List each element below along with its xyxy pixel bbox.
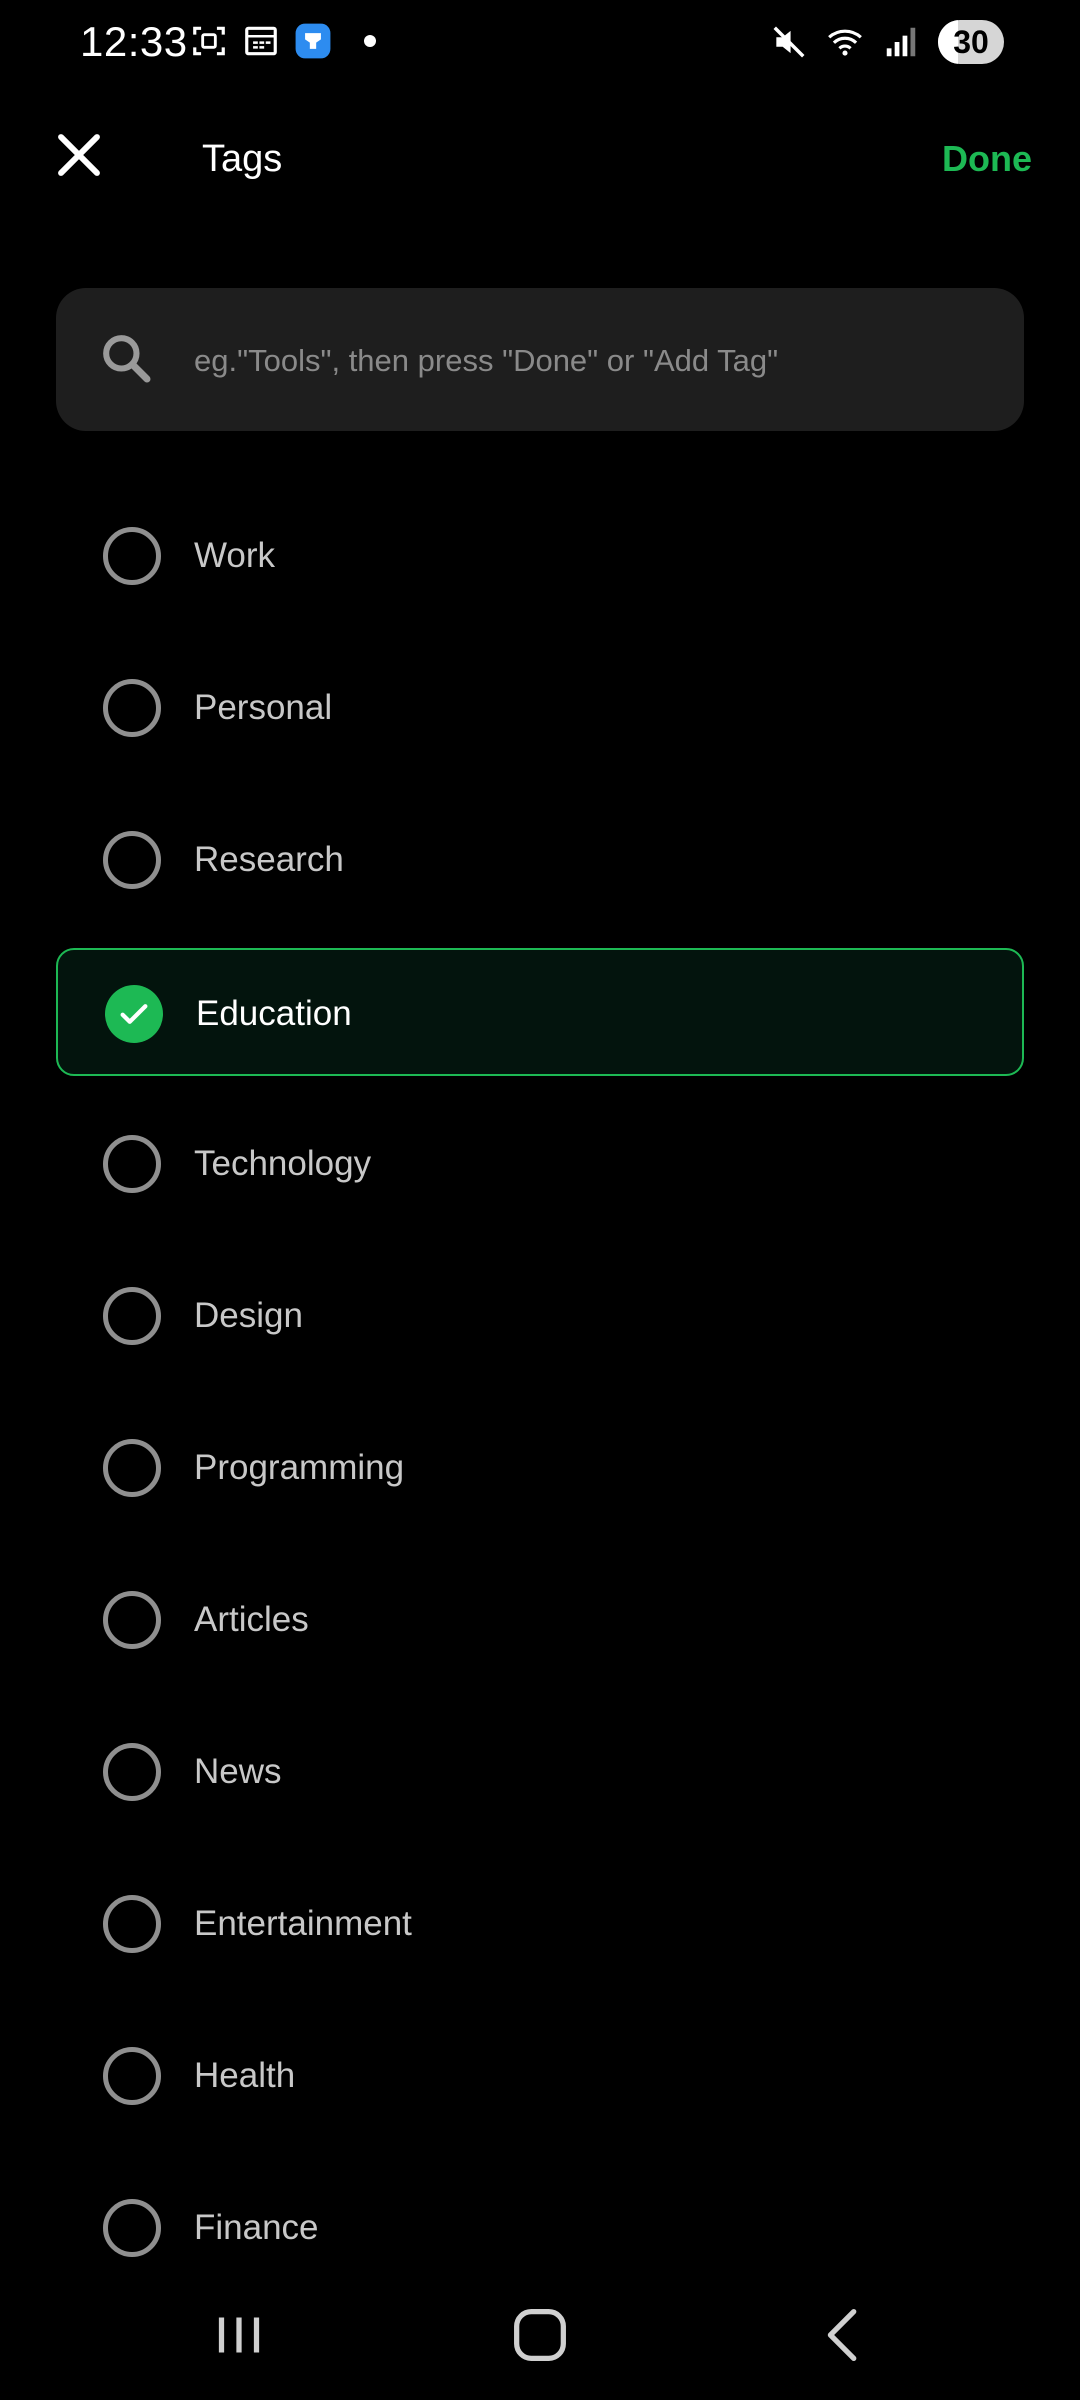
tag-label: Design [194,1296,303,1335]
radio-unchecked-icon[interactable] [103,527,161,585]
search-bar [56,288,1024,433]
radio-unchecked-icon[interactable] [103,1591,161,1649]
radio-unchecked-icon[interactable] [103,1895,161,1953]
tag-list: Work Personal Research Education Technology D… [56,492,1024,2316]
status-right-icons: 30 [770,20,1004,64]
radio-unchecked-icon[interactable] [103,2199,161,2257]
tag-item-news[interactable]: News [56,1708,1024,1836]
status-left-icons [190,22,376,60]
battery-indicator: 30 [938,20,1004,64]
search-input[interactable] [192,288,996,433]
radio-unchecked-icon[interactable] [103,2047,161,2105]
tag-item-design[interactable]: Design [56,1252,1024,1380]
tag-item-articles[interactable]: Articles [56,1556,1024,1684]
tag-label: Health [194,2056,296,2095]
close-icon[interactable] [52,128,106,182]
signal-icon [886,27,916,57]
screenshot-icon [193,26,225,56]
tag-label: Articles [194,1600,309,1639]
notification-dot [364,35,376,47]
status-bar: 12:33 30 [0,0,1080,90]
mute-icon [773,26,805,58]
tag-label: Technology [194,1144,372,1183]
tag-label: Research [194,840,344,879]
radio-unchecked-icon[interactable] [103,831,161,889]
tag-label: Finance [194,2208,319,2247]
tag-item-personal[interactable]: Personal [56,644,1024,772]
tag-item-technology[interactable]: Technology [56,1100,1024,1228]
page-title: Tags [202,138,283,180]
radio-unchecked-icon[interactable] [103,1135,161,1193]
calendar-icon [245,26,277,56]
recents-icon[interactable] [204,2300,274,2370]
tag-label: Work [194,536,276,575]
tag-item-education[interactable]: Education [56,948,1024,1076]
checkmark-icon[interactable] [105,985,163,1043]
tag-label: Programming [194,1448,405,1487]
tag-item-work[interactable]: Work [56,492,1024,620]
radio-unchecked-icon[interactable] [103,1743,161,1801]
tag-label: News [194,1752,282,1791]
battery-level: 30 [953,23,989,60]
header: Tags Done [0,110,1080,210]
app-badge-icon [295,23,331,59]
done-button[interactable]: Done [942,138,1032,180]
status-time: 12:33 [80,18,188,65]
radio-unchecked-icon[interactable] [103,1439,161,1497]
tag-item-research[interactable]: Research [56,796,1024,924]
home-icon[interactable] [505,2300,575,2370]
tag-label: Entertainment [194,1904,412,1943]
wifi-icon [828,29,862,56]
tag-label: Personal [194,688,333,727]
tag-item-entertainment[interactable]: Entertainment [56,1860,1024,1988]
tag-label: Education [196,994,352,1033]
radio-unchecked-icon[interactable] [103,1287,161,1345]
tag-item-programming[interactable]: Programming [56,1404,1024,1532]
back-icon[interactable] [810,2300,880,2370]
navigation-bar [0,2270,1080,2400]
search-icon [103,335,151,383]
radio-unchecked-icon[interactable] [103,679,161,737]
tag-item-health[interactable]: Health [56,2012,1024,2140]
